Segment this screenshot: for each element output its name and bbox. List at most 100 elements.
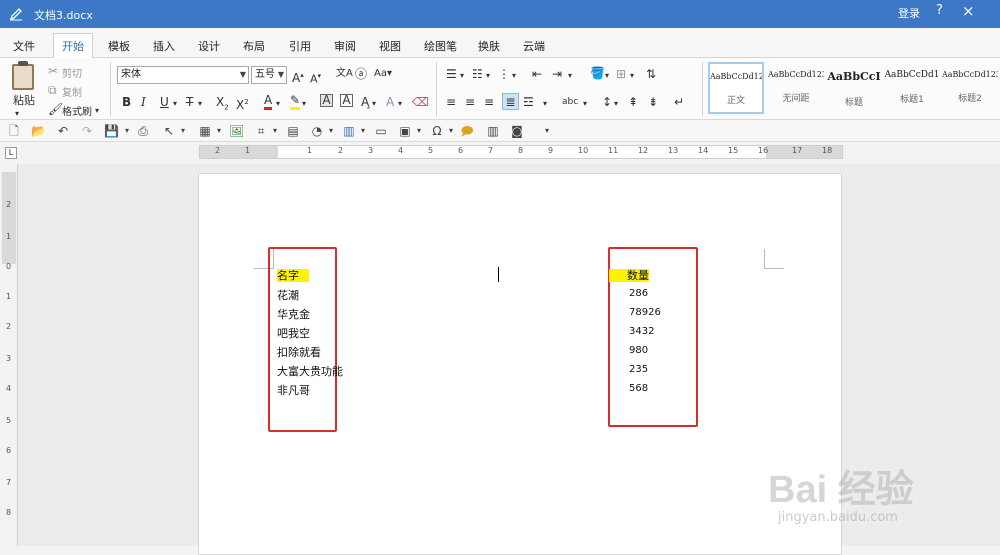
symbol-dropdown-icon[interactable]: ▾ (444, 124, 458, 138)
menu-drawing-pen[interactable]: 绘图笔 (424, 38, 457, 54)
style-heading1[interactable]: AaBbCcDd1 标题1 (884, 62, 940, 114)
redo-icon[interactable]: ↷ (80, 124, 94, 138)
save-dropdown-icon[interactable]: ▾ (120, 124, 134, 138)
clear-formatting-icon[interactable]: ⌫ (412, 95, 429, 109)
select-dropdown-icon[interactable]: ▾ (176, 124, 190, 138)
copy-label[interactable]: 复制 (62, 84, 82, 99)
bullets-dropdown-icon[interactable]: ▾ (460, 69, 464, 83)
menu-references[interactable]: 引用 (289, 38, 311, 54)
paste-label[interactable]: 粘贴 (13, 92, 35, 108)
customize-toolbar-icon[interactable]: ▾ (540, 124, 554, 138)
menu-view[interactable]: 视图 (379, 38, 401, 54)
grow-font-icon[interactable]: A▴ (292, 68, 304, 85)
change-case-icon[interactable]: Aa▾ (374, 67, 392, 81)
indent-dropdown-icon[interactable]: ▾ (568, 69, 572, 83)
increase-indent-icon[interactable]: ⇥ (552, 67, 562, 81)
header-footer-icon[interactable]: ▣ (398, 124, 412, 138)
font-color-dropdown-icon[interactable]: ▾ (276, 97, 280, 111)
shading-icon[interactable]: 🪣 (590, 66, 605, 80)
underline-icon[interactable]: U (160, 95, 169, 109)
paste-icon[interactable] (12, 61, 34, 90)
align-left-icon[interactable]: ≡ (446, 95, 456, 109)
login-button[interactable]: 登录 (898, 5, 920, 21)
undo-icon[interactable]: ↶ (56, 124, 70, 138)
superscript-icon[interactable]: X2 (236, 95, 249, 112)
format-painter-icon[interactable]: 🖌 (48, 102, 63, 116)
tab-stop-selector[interactable]: L (5, 147, 17, 159)
screenshot-icon[interactable]: ⌗ (254, 124, 268, 138)
borders-icon[interactable]: ⊞ (616, 67, 626, 81)
select-cursor-icon[interactable]: ↖ (162, 124, 176, 138)
style-normal[interactable]: AaBbCcDd123 正文 (708, 62, 764, 114)
chart-icon[interactable]: ▥ (342, 124, 356, 138)
character-border-icon[interactable]: A (340, 94, 353, 107)
font-name-select[interactable]: 宋体 ▼ (117, 66, 249, 84)
print-icon[interactable]: ⎙ (136, 124, 150, 138)
smartart-icon[interactable]: ▤ (286, 124, 300, 138)
align-right-icon[interactable]: ≡ (484, 95, 494, 109)
strikethrough-dropdown-icon[interactable]: ▾ (198, 97, 202, 111)
menu-design[interactable]: 设计 (198, 38, 220, 54)
bold-icon[interactable]: B (122, 95, 131, 109)
font-size-select[interactable]: 五号 ▼ (251, 66, 287, 84)
shading-dropdown-icon[interactable]: ▾ (605, 69, 609, 83)
picture-icon[interactable]: 🖼 (229, 124, 244, 138)
enclosed-character-icon[interactable]: ⓐ (355, 67, 367, 81)
distributed-icon[interactable]: ☲ (523, 95, 534, 109)
shapes-dropdown-icon[interactable]: ▾ (324, 124, 338, 138)
style-title[interactable]: AaBbCcI 标题 (826, 62, 882, 114)
open-folder-icon[interactable]: 📂 (31, 124, 46, 138)
italic-icon[interactable]: I (141, 95, 146, 109)
subscript-icon[interactable]: X2 (216, 95, 229, 114)
highlight-dropdown-icon[interactable]: ▾ (302, 97, 306, 111)
multilevel-list-icon[interactable]: ⋮ (498, 67, 510, 81)
menu-cloud[interactable]: 云端 (523, 38, 545, 54)
chinese-layout-icon[interactable]: abc (562, 95, 578, 109)
textbox-icon[interactable]: ▭ (374, 124, 388, 138)
header-footer-dropdown-icon[interactable]: ▾ (412, 124, 426, 138)
borders-dropdown-icon[interactable]: ▾ (630, 69, 634, 83)
screenshot-dropdown-icon[interactable]: ▾ (268, 124, 282, 138)
scissors-icon[interactable]: ✂ (48, 64, 58, 78)
chinese-layout-dropdown-icon[interactable]: ▾ (583, 97, 587, 111)
shapes-icon[interactable]: ◔ (310, 124, 324, 138)
strikethrough-icon[interactable]: T̶ (186, 95, 193, 109)
format-painter-label[interactable]: 格式刷 (62, 103, 92, 118)
line-spacing-dropdown-icon[interactable]: ▾ (614, 97, 618, 111)
line-spacing-icon[interactable]: ↕ (602, 95, 612, 109)
style-heading2[interactable]: AaBbCcDd123 标题2 (942, 62, 998, 114)
document-page[interactable]: 名字 花潮 华克金 吧我空 扣除就看 大富大贵功能 非凡哥 数量 286 789… (198, 173, 842, 555)
menu-insert[interactable]: 插入 (153, 38, 175, 54)
numbering-icon[interactable]: ☷ (472, 67, 483, 81)
format-painter-dropdown-icon[interactable]: ▾ (95, 104, 99, 118)
distributed-dropdown-icon[interactable]: ▾ (543, 97, 547, 111)
copy-icon[interactable]: ⧉ (48, 83, 57, 97)
save-icon[interactable]: 💾 (104, 124, 119, 138)
style-no-spacing[interactable]: AaBbCcDd123 无间距 (768, 62, 824, 114)
table-dropdown-icon[interactable]: ▾ (212, 124, 226, 138)
chart-dropdown-icon[interactable]: ▾ (356, 124, 370, 138)
shrink-font-icon[interactable]: A▾ (310, 69, 321, 87)
horizontal-ruler[interactable]: 2 1 1 2 3 4 5 6 7 8 9 10 11 12 13 14 15 … (199, 145, 843, 159)
justify-icon[interactable]: ≣ (502, 93, 519, 110)
new-document-icon[interactable]: 🗋 (7, 124, 21, 138)
menu-templates[interactable]: 模板 (108, 38, 130, 54)
pinyin-icon[interactable]: 文A (336, 67, 353, 81)
bullets-icon[interactable]: ☰ (446, 67, 457, 81)
numbering-dropdown-icon[interactable]: ▾ (486, 69, 490, 83)
character-shading-icon[interactable]: A (320, 94, 333, 107)
paragraph-spacing-after-icon[interactable]: ⇟ (648, 95, 658, 109)
camera-icon[interactable]: ◙ (510, 124, 524, 138)
text-effects-icon[interactable]: A̧ (361, 95, 369, 109)
paragraph-spacing-before-icon[interactable]: ⇞ (628, 95, 638, 109)
symbol-icon[interactable]: Ω (430, 124, 444, 138)
paragraph-mark-icon[interactable]: ↵ (674, 95, 684, 109)
text-outline-icon[interactable]: A (386, 95, 394, 109)
menu-skin[interactable]: 换肤 (478, 38, 500, 54)
comment-icon[interactable]: 🗩 (460, 124, 474, 138)
text-outline-dropdown-icon[interactable]: ▾ (398, 97, 402, 111)
decrease-indent-icon[interactable]: ⇤ (532, 67, 542, 81)
underline-dropdown-icon[interactable]: ▾ (173, 97, 177, 111)
menu-layout[interactable]: 布局 (243, 38, 265, 54)
multilevel-dropdown-icon[interactable]: ▾ (512, 69, 516, 83)
